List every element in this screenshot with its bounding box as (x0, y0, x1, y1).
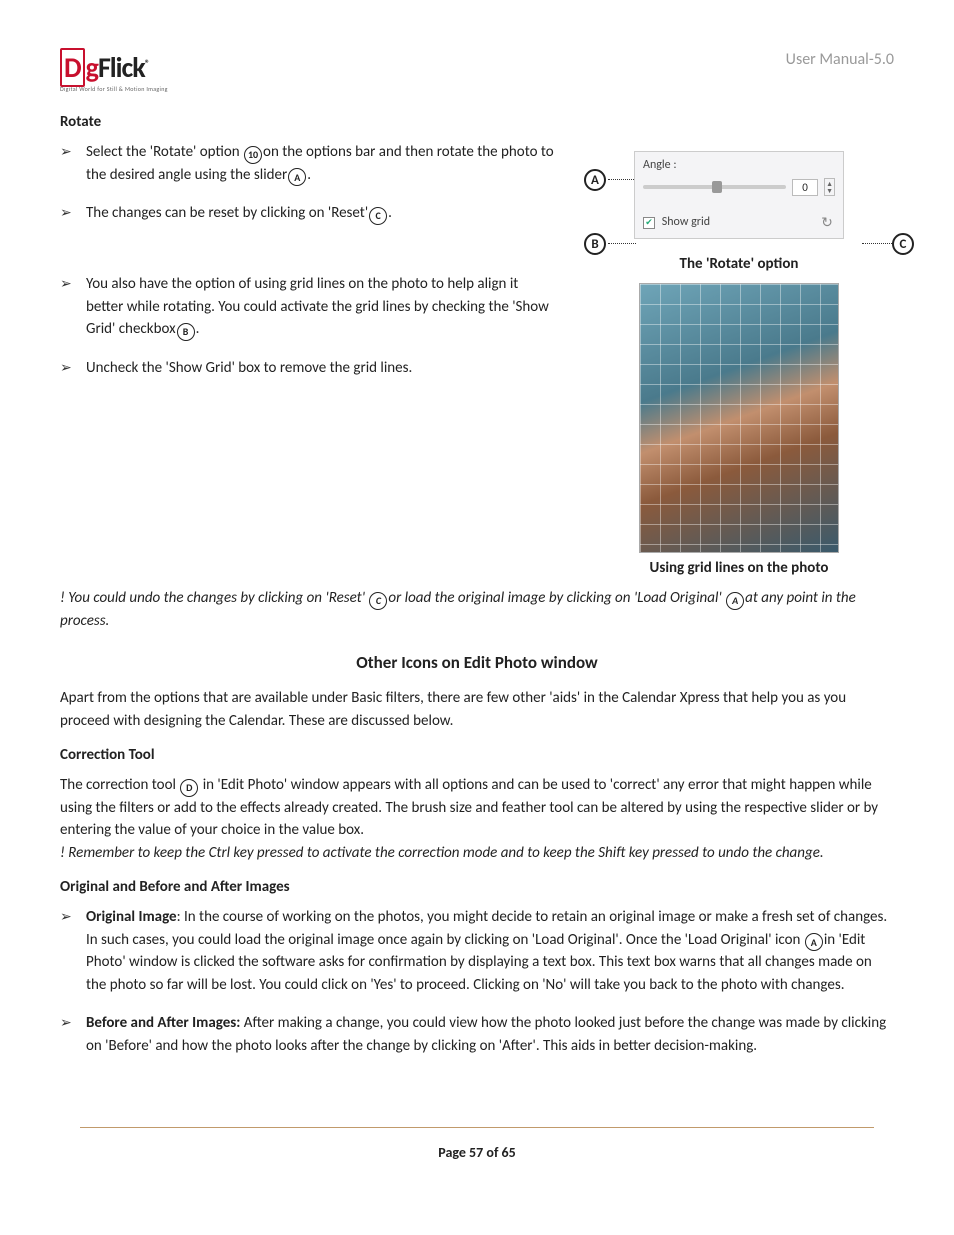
undo-note: ! You could undo the changes by clicking… (60, 587, 894, 632)
text: Select the 'Rotate' option (86, 143, 243, 161)
text: Uncheck the 'Show Grid' box to remove th… (86, 359, 412, 377)
rotate-panel-figure: A B C Angle : 0 ▲▼ ✔ Show g (584, 141, 894, 249)
angle-label: Angle : (643, 158, 835, 172)
page-number: Page 57 of 65 (0, 1134, 954, 1171)
logo-flick: Flick (98, 50, 145, 85)
correction-tool-icon: D (180, 779, 198, 797)
show-grid-label: Show grid (662, 215, 710, 229)
rotate-options-panel: Angle : 0 ▲▼ ✔ Show grid ↻ (634, 151, 844, 239)
text: : In the course of working on the photos… (86, 908, 887, 949)
original-before-after-heading: Original and Before and After Images (60, 878, 894, 896)
marker-b-icon: B (177, 323, 195, 341)
other-intro: Apart from the options that are availabl… (60, 687, 894, 732)
grid-photo-figure (639, 283, 839, 553)
list-item: Before and After Images: After making a … (60, 1012, 894, 1057)
rotate-option-icon: 10 (244, 146, 262, 164)
reset-marker-icon: C (369, 592, 387, 610)
text: The changes can be reset by clicking on … (86, 204, 368, 222)
text: ! You could undo the changes by clicking… (60, 589, 368, 607)
text: or load the original image by clicking o… (388, 589, 725, 607)
other-icons-heading: Other Icons on Edit Photo window (60, 652, 894, 673)
logo: DgFlick® Digital World for Still & Motio… (60, 50, 168, 93)
callout-marker-c: C (892, 233, 914, 255)
text: The correction tool (60, 776, 179, 794)
list-item: You also have the option of using grid l… (60, 273, 554, 341)
correction-note: ! Remember to keep the Ctrl key pressed … (60, 844, 824, 862)
logo-tagline: Digital World for Still & Motion Imaging (60, 85, 168, 93)
text: . (196, 320, 200, 338)
text: . (388, 204, 392, 222)
marker-c-icon: C (369, 207, 387, 225)
reset-icon[interactable]: ↻ (819, 214, 835, 230)
grid-photo-caption: Using grid lines on the photo (584, 559, 894, 577)
footer-divider (80, 1127, 874, 1128)
logo-o: g (86, 50, 98, 85)
list-item: Original Image: In the course of working… (60, 906, 894, 996)
list-item: Select the 'Rotate' option 10on the opti… (60, 141, 554, 186)
load-original-marker-icon: A (726, 592, 744, 610)
callout-marker-b: B (584, 233, 606, 255)
list-item: Uncheck the 'Show Grid' box to remove th… (60, 357, 554, 380)
angle-spinner[interactable]: ▲▼ (824, 178, 835, 196)
marker-a-icon: A (288, 168, 306, 186)
rotate-panel-caption: The 'Rotate' option (584, 255, 894, 273)
load-original-icon: A (805, 933, 823, 951)
correction-tool-para: The correction tool D in 'Edit Photo' wi… (60, 774, 894, 864)
list-item: The changes can be reset by clicking on … (60, 202, 554, 225)
before-after-label: Before and After Images: (86, 1014, 240, 1032)
show-grid-checkbox[interactable]: ✔ (643, 217, 655, 229)
angle-slider[interactable] (643, 185, 786, 189)
rotate-heading: Rotate (60, 113, 894, 131)
original-image-label: Original Image (86, 908, 177, 926)
text: You also have the option of using grid l… (86, 275, 549, 338)
logo-d: D (60, 48, 85, 87)
angle-value-input[interactable]: 0 (792, 179, 818, 196)
callout-marker-a: A (584, 169, 606, 191)
text: . (307, 166, 311, 184)
correction-tool-heading: Correction Tool (60, 746, 894, 764)
manual-version: User Manual-5.0 (786, 50, 894, 69)
